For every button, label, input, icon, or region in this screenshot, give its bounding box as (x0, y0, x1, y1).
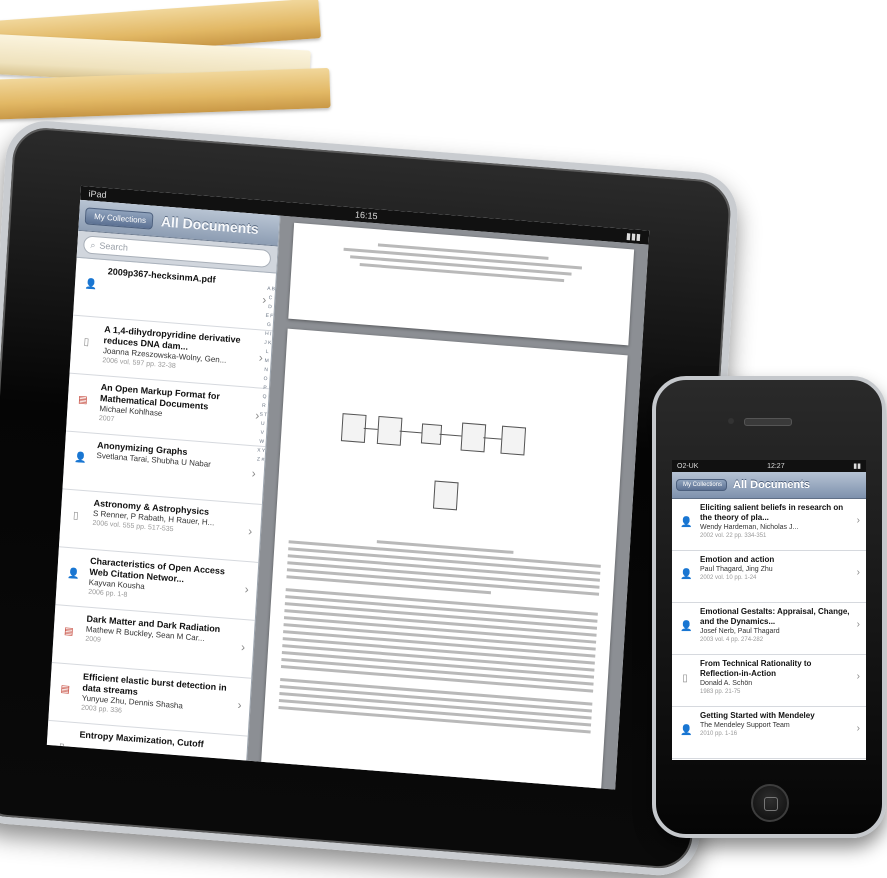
chevron-right-icon[interactable]: › (241, 640, 246, 654)
person-icon: 👤 (66, 567, 81, 580)
document-title: 2009p367-hecksinmA.pdf (107, 266, 216, 285)
figure-diagram (337, 403, 603, 533)
ipad-screen: iPad 16:15 ▮▮▮ My Collections All Docume… (46, 185, 650, 790)
pdf-page (259, 328, 628, 790)
person-icon: 👤 (74, 452, 88, 465)
iphone-screen: O2-UK 12:27 ▮▮ My Collections All Docume… (672, 460, 866, 760)
document-authors: Donald A. Schön (700, 680, 753, 687)
document-title: Emotion and action (700, 555, 775, 564)
chevron-right-icon[interactable]: › (857, 567, 860, 578)
document-icon: ▯ (58, 741, 65, 754)
chevron-right-icon[interactable]: › (234, 756, 239, 770)
document-title: Entropy Maximization, Cutoff (79, 729, 204, 750)
document-authors: Paul Thagard, Jing Zhu (700, 566, 773, 573)
page-title: All Documents (160, 213, 260, 237)
chevron-right-icon[interactable]: › (244, 582, 249, 596)
document-authors: Wendy Hardeman, Nicholas J... (700, 524, 799, 531)
document-meta: 1983 pp. 21-75 (700, 689, 741, 695)
document-meta: 2003 vol. 4 pp. 274-282 (700, 637, 764, 643)
pdf-reader[interactable] (247, 215, 649, 790)
document-sidebar: My Collections All Documents ⌕ Search 👤 2… (46, 199, 281, 790)
person-icon: 👤 (680, 725, 693, 736)
chevron-right-icon[interactable]: › (857, 671, 860, 682)
carrier-label: O2-UK (677, 462, 699, 470)
battery-icon: ▮▮ (853, 463, 861, 470)
chevron-right-icon[interactable]: › (237, 698, 242, 712)
navigation-bar: My Collections All Documents (672, 472, 866, 499)
chevron-right-icon[interactable]: › (251, 466, 256, 480)
person-icon: 👤 (680, 621, 693, 632)
pdf-icon: ▤ (63, 625, 74, 638)
earpiece-speaker (744, 418, 792, 426)
chevron-right-icon[interactable]: › (857, 723, 860, 734)
document-authors: Josef Nerb, Paul Thagard (700, 628, 780, 635)
chevron-right-icon[interactable]: › (248, 524, 253, 538)
document-title: From Technical Rationality to Reflection… (700, 659, 812, 678)
document-list: 👤 Eliciting salient beliefs in research o… (672, 499, 866, 759)
my-collections-button[interactable]: My Collections (676, 479, 728, 491)
document-title: Eliciting salient beliefs in research on… (700, 503, 844, 522)
document-title: Getting Started with Mendeley (700, 711, 815, 720)
page-title: All Documents (733, 479, 811, 491)
camera-lens (728, 418, 734, 424)
search-placeholder: Search (99, 240, 129, 253)
status-bar: O2-UK 12:27 ▮▮ (672, 460, 866, 472)
document-meta: 2002 vol. 10 pp. 1-24 (700, 575, 757, 581)
iphone-device: O2-UK 12:27 ▮▮ My Collections All Docume… (652, 376, 886, 838)
pdf-icon: ▤ (77, 394, 88, 407)
list-item[interactable]: 👤 Emotional Gestalts: Appraisal, Change, … (672, 603, 866, 655)
document-title: Emotional Gestalts: Appraisal, Change, a… (700, 607, 850, 626)
pdf-page (288, 222, 635, 346)
person-icon: 👤 (680, 517, 693, 528)
pdf-body-text (264, 528, 615, 738)
document-authors: The Mendeley Support Team (700, 722, 790, 729)
list-item[interactable]: 👤 Eliciting salient beliefs in research o… (672, 499, 866, 551)
document-meta: 2002 vol. 22 pp. 334-351 (700, 533, 767, 539)
person-icon: 👤 (680, 569, 693, 580)
chevron-right-icon[interactable]: › (857, 619, 860, 630)
list-item[interactable]: 👤 Emotion and action Paul Thagard, Jing Zh… (672, 551, 866, 603)
document-icon: ▯ (72, 510, 79, 522)
home-button[interactable] (751, 784, 789, 822)
search-icon: ⌕ (90, 239, 96, 250)
clock-label: 16:15 (354, 209, 378, 222)
my-collections-button[interactable]: My Collections (84, 206, 154, 230)
chevron-right-icon[interactable]: › (857, 515, 860, 526)
pdf-icon: ▤ (60, 683, 71, 696)
battery-icon: ▮▮▮ (625, 230, 642, 242)
document-meta: 2010 pp. 1-16 (700, 731, 738, 737)
document-icon: ▯ (83, 336, 90, 349)
document-list: 👤 2009p367-hecksinmA.pdf › ▯ A 1,4-dihydropy… (46, 257, 277, 790)
clock-label: 12:27 (767, 462, 785, 470)
document-icon: ▯ (682, 673, 688, 684)
ipad-device: iPad 16:15 ▮▮▮ My Collections All Docume… (0, 118, 740, 878)
person-icon: 👤 (84, 278, 98, 291)
list-item[interactable]: ▯ From Technical Rationality to Reflectio… (672, 655, 866, 707)
list-item[interactable]: 👤 Getting Started with Mendeley The Mendel… (672, 707, 866, 759)
carrier-label: iPad (88, 188, 107, 200)
